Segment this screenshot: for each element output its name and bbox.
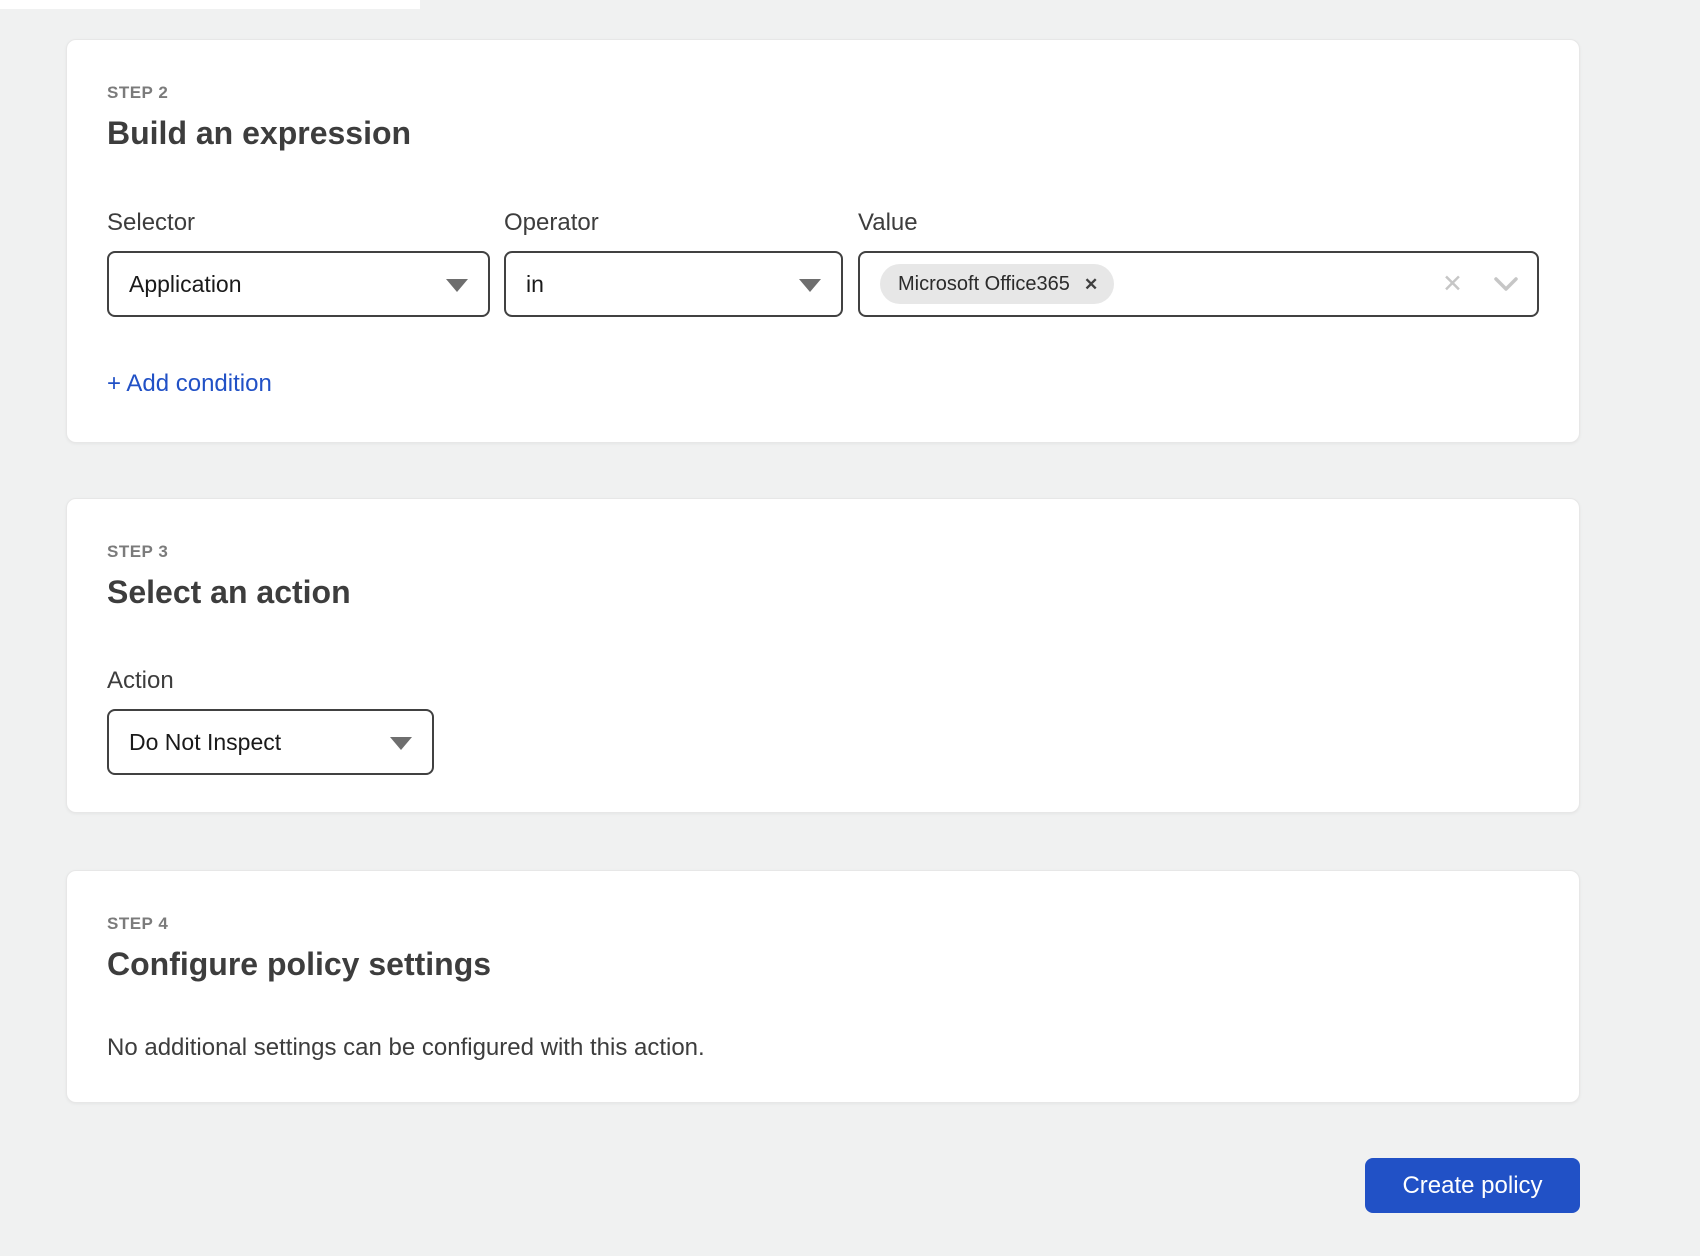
tag-remove-icon[interactable]: ✕ bbox=[1084, 276, 1098, 293]
selector-dropdown[interactable]: Application bbox=[107, 251, 490, 317]
step3-card: STEP 3 Select an action Action Do Not In… bbox=[66, 498, 1580, 813]
selector-value: Application bbox=[129, 271, 242, 298]
step4-card: STEP 4 Configure policy settings No addi… bbox=[66, 870, 1580, 1103]
chevron-down-icon bbox=[446, 279, 468, 292]
selector-label: Selector bbox=[107, 209, 490, 237]
step3-step-label: STEP 3 bbox=[107, 542, 168, 562]
value-tag-label: Microsoft Office365 bbox=[898, 273, 1070, 296]
create-policy-button[interactable]: Create policy bbox=[1365, 1158, 1580, 1213]
operator-value: in bbox=[526, 271, 544, 298]
step4-title: Configure policy settings bbox=[107, 945, 491, 983]
value-tag: Microsoft Office365 ✕ bbox=[880, 264, 1114, 304]
operator-field: Operator in bbox=[504, 209, 843, 317]
chevron-down-icon bbox=[799, 279, 821, 292]
step4-body-text: No additional settings can be configured… bbox=[107, 1033, 705, 1063]
action-label: Action bbox=[107, 667, 434, 695]
top-white-strip bbox=[0, 0, 420, 9]
step2-title: Build an expression bbox=[107, 114, 411, 152]
clear-icon[interactable]: ✕ bbox=[1442, 272, 1463, 297]
action-dropdown[interactable]: Do Not Inspect bbox=[107, 709, 434, 775]
add-condition-link[interactable]: + Add condition bbox=[107, 370, 272, 398]
action-value: Do Not Inspect bbox=[129, 729, 281, 756]
value-label: Value bbox=[858, 209, 1539, 237]
value-field: Value Microsoft Office365 ✕ ✕ bbox=[858, 209, 1539, 317]
value-multiselect[interactable]: Microsoft Office365 ✕ ✕ bbox=[858, 251, 1539, 317]
chevron-down-icon bbox=[390, 737, 412, 750]
operator-label: Operator bbox=[504, 209, 843, 237]
step2-card: STEP 2 Build an expression Selector Appl… bbox=[66, 39, 1580, 443]
action-field: Action Do Not Inspect bbox=[107, 667, 434, 775]
step2-step-label: STEP 2 bbox=[107, 83, 168, 103]
step4-step-label: STEP 4 bbox=[107, 914, 168, 934]
step3-title: Select an action bbox=[107, 573, 351, 611]
chevron-down-icon[interactable] bbox=[1493, 276, 1519, 292]
operator-dropdown[interactable]: in bbox=[504, 251, 843, 317]
selector-field: Selector Application bbox=[107, 209, 490, 317]
multiselect-controls: ✕ bbox=[1442, 253, 1519, 315]
